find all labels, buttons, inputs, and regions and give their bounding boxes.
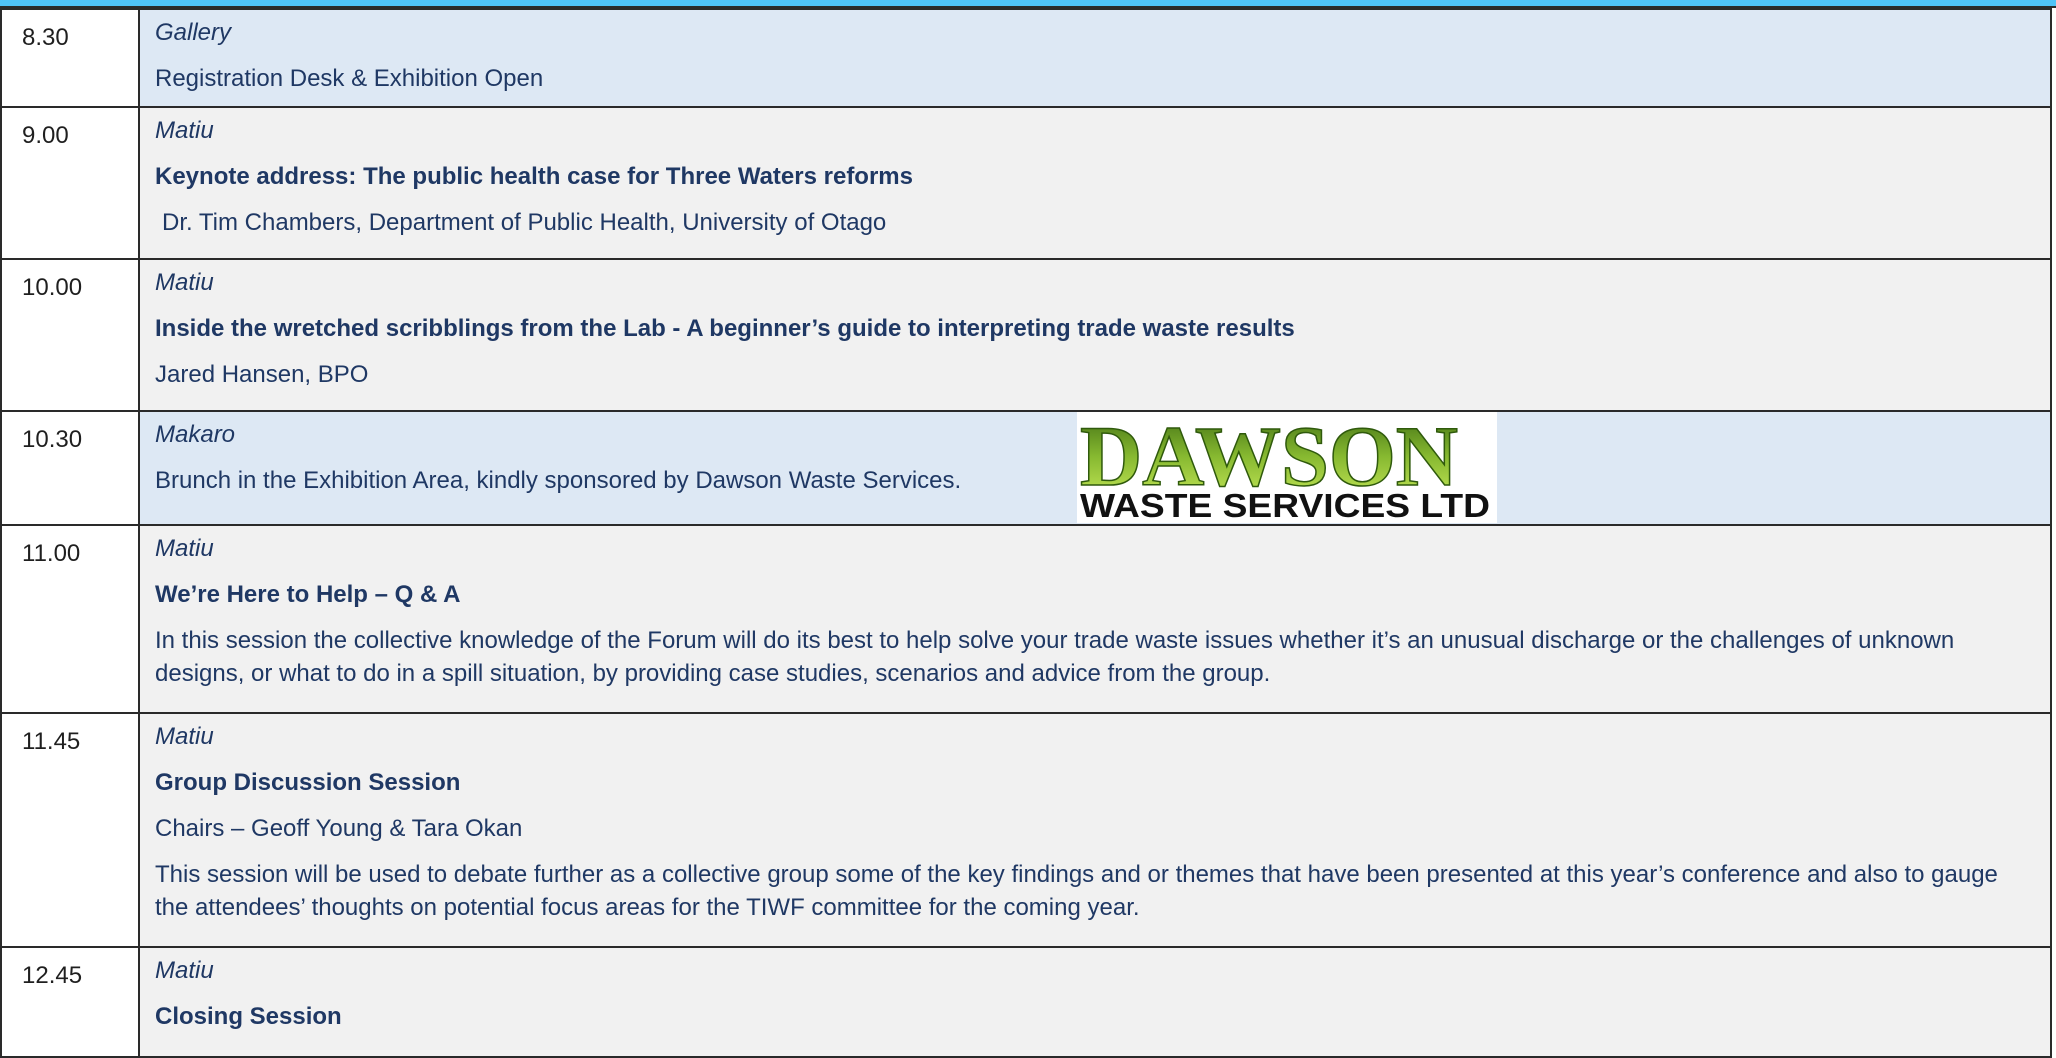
session-title: Closing Session [155,1003,342,1030]
session-speaker: Chairs – Geoff Young & Tara Okan [155,815,523,842]
logo-subtitle: WASTE SERVICES LTD [1080,487,1490,523]
time-cell: 11.00 [0,524,140,714]
session-title: We’re Here to Help – Q & A [155,581,461,608]
session-venue: Matiu [155,269,214,296]
session-cell: Gallery Registration Desk & Exhibition O… [138,8,2052,108]
session-speaker: Dr. Tim Chambers, Department of Public H… [162,209,887,236]
session-cell: Matiu Closing Session [138,946,2052,1058]
agenda-row: 9.00 Matiu Keynote address: The public h… [0,106,2052,260]
time-cell: 9.00 [0,106,140,260]
session-title: Group Discussion Session [155,769,461,796]
session-cell: Matiu Group Discussion Session Chairs – … [138,712,2052,948]
time-cell: 8.30 [0,8,140,108]
top-accent-bar [0,0,2056,8]
session-speaker: Jared Hansen, BPO [155,361,369,388]
agenda-row: 10.00 Matiu Inside the wretched scribbli… [0,258,2052,412]
session-description: In this session the collective knowledge… [155,627,1955,687]
agenda-table: 8.30 Gallery Registration Desk & Exhibit… [0,8,2052,1058]
time-cell: 12.45 [0,946,140,1058]
session-cell: Matiu Keynote address: The public health… [138,106,2052,260]
session-cell: Matiu Inside the wretched scribblings fr… [138,258,2052,412]
session-text: Registration Desk & Exhibition Open [155,65,544,92]
time-cell: 10.30 [0,410,140,526]
agenda-row: 8.30 Gallery Registration Desk & Exhibit… [0,8,2052,108]
session-description: This session will be used to debate furt… [155,861,1998,921]
agenda-row: 10.30 Makaro Brunch in the Exhibition Ar… [0,410,2052,526]
agenda-row: 12.45 Matiu Closing Session [0,946,2052,1058]
time-cell: 11.45 [0,712,140,948]
session-title: Inside the wretched scribblings from the… [155,315,1295,342]
session-venue: Matiu [155,723,214,750]
agenda-row: 11.45 Matiu Group Discussion Session Cha… [0,712,2052,948]
session-venue: Matiu [155,957,214,984]
agenda-row: 11.00 Matiu We’re Here to Help – Q & A I… [0,524,2052,714]
session-venue: Matiu [155,117,214,144]
session-venue: Matiu [155,535,214,562]
time-cell: 10.00 [0,258,140,412]
dawson-logo: DAWSON WASTE SERVICES LTD [1077,412,1497,523]
session-cell: Makaro Brunch in the Exhibition Area, ki… [138,410,2052,526]
session-title: Keynote address: The public health case … [155,163,913,190]
session-venue: Gallery [155,19,232,46]
session-cell: Matiu We’re Here to Help – Q & A In this… [138,524,2052,714]
